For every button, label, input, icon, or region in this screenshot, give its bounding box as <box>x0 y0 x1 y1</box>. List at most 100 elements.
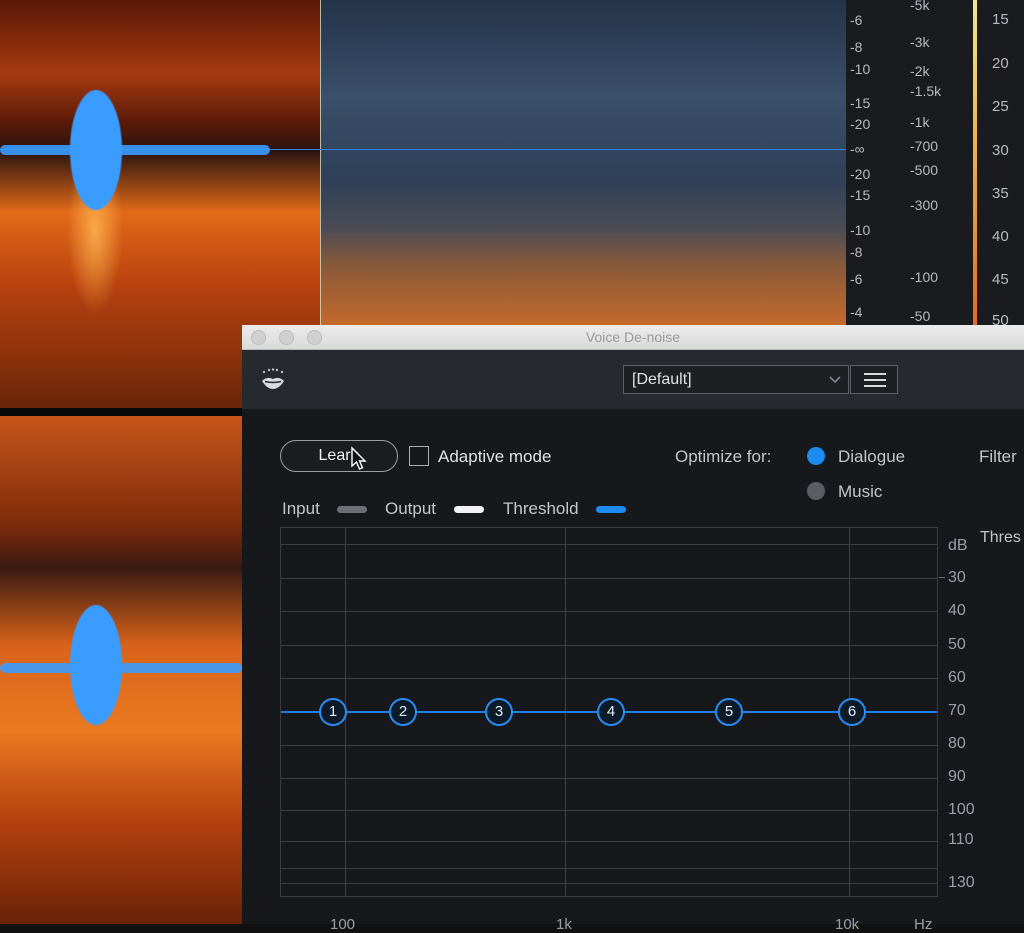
grid-line <box>281 778 937 779</box>
mouse-cursor-icon <box>351 446 367 470</box>
waveform-top-left <box>0 145 270 155</box>
db-scale-label: -6 <box>850 271 863 287</box>
optimize-for-label: Optimize for: <box>675 447 772 466</box>
threshold-node-6[interactable]: 6 <box>838 698 866 726</box>
freq-scale-label: -5k <box>910 0 930 13</box>
music-radio[interactable] <box>807 482 825 500</box>
lips-icon <box>262 368 284 389</box>
grid-line <box>281 578 937 579</box>
dialogue-radio[interactable] <box>807 447 825 465</box>
chevron-down-icon <box>829 376 841 384</box>
freq-scale-label: -1k <box>910 114 930 130</box>
db-scale-label: -8 <box>850 244 863 260</box>
preset-value: [Default] <box>632 371 692 388</box>
meter-label: 15 <box>992 11 1009 28</box>
db-axis-label: 130 <box>948 874 975 891</box>
hamburger-icon-line <box>864 385 886 387</box>
legend-threshold-label: Threshold <box>503 499 579 518</box>
music-label[interactable]: Music <box>838 482 882 502</box>
db-scale-label: -15 <box>850 95 871 111</box>
db-scale-label: -15 <box>850 187 871 203</box>
threshold-node-1[interactable]: 1 <box>319 698 347 726</box>
db-axis-label: 30 <box>948 569 966 586</box>
grid-line <box>281 841 937 842</box>
db-scale-label: -10 <box>850 222 871 238</box>
hz-axis-label: 10k <box>835 916 860 933</box>
waveform-burst-bottom <box>70 605 122 725</box>
spectrogram-selection[interactable] <box>320 0 846 325</box>
db-axis-label: 50 <box>948 636 966 653</box>
grid-line <box>281 544 937 545</box>
freq-scale-label: -50 <box>910 308 931 324</box>
grid-line <box>281 611 937 612</box>
legend-output-label: Output <box>385 499 437 518</box>
preset-menu-button[interactable] <box>850 365 898 394</box>
db-scale-label: -20 <box>850 166 871 182</box>
grid-line <box>281 810 937 811</box>
learn-button[interactable]: Learn <box>280 440 398 472</box>
grid-line <box>281 868 937 869</box>
hz-axis-label: 100 <box>330 916 356 933</box>
db-scale-label: -∞ <box>850 141 865 157</box>
db-axis-label: 90 <box>948 768 966 785</box>
playhead[interactable] <box>320 0 321 325</box>
waveform-burst-top <box>70 90 122 210</box>
grid-line <box>281 645 937 646</box>
threshold-node-2[interactable]: 2 <box>389 698 417 726</box>
freq-scale-label: -300 <box>910 197 939 213</box>
db-axis-unit: dB <box>948 537 968 554</box>
threshold-node-4[interactable]: 4 <box>597 698 625 726</box>
db-axis-label: 100 <box>948 801 975 818</box>
meter-label: 30 <box>992 142 1009 159</box>
db-scale-label: -8 <box>850 39 863 55</box>
grid-line <box>281 745 937 746</box>
db-axis-label: 70 <box>948 702 966 719</box>
threshold-panel-label: Thres <box>980 529 1021 546</box>
db-axis-label: 40 <box>948 602 966 619</box>
meter-label: 45 <box>992 271 1009 288</box>
meter-label: 40 <box>992 228 1009 245</box>
freq-scale-label: -100 <box>910 269 939 285</box>
window-title: Voice De-noise <box>585 329 681 345</box>
threshold-node-3[interactable]: 3 <box>485 698 513 726</box>
dialogue-label[interactable]: Dialogue <box>838 447 905 467</box>
module-toolbar: [Default] <box>242 350 1024 409</box>
adaptive-mode-label[interactable]: Adaptive mode <box>438 447 551 467</box>
hz-axis-unit: Hz <box>914 916 933 933</box>
freq-scale-label: -500 <box>910 162 939 178</box>
hz-axis-label: 1k <box>556 916 572 933</box>
adaptive-mode-checkbox[interactable] <box>409 446 429 466</box>
preset-dropdown[interactable]: [Default] <box>623 365 849 394</box>
legend-input-label: Input <box>282 499 320 518</box>
threshold-graph[interactable]: 1 2 3 4 5 6 <box>280 527 938 897</box>
freq-scale-label: -3k <box>910 34 930 50</box>
legend-output-swatch <box>454 506 484 513</box>
db-axis-label: 60 <box>948 669 966 686</box>
meter-label: 20 <box>992 55 1009 72</box>
hamburger-icon-line <box>864 379 886 381</box>
window-titlebar[interactable]: Voice De-noise <box>242 325 1024 350</box>
grid-line <box>281 678 937 679</box>
db-axis-tick <box>939 577 945 578</box>
module-body: Learn Adaptive mode Optimize for: Dialog… <box>242 409 1024 932</box>
legend-threshold-swatch <box>596 506 626 513</box>
db-scale-label: -20 <box>850 116 871 132</box>
db-scale-label: -6 <box>850 12 863 28</box>
db-scale-label: -10 <box>850 61 871 77</box>
freq-scale-label: -1.5k <box>910 83 942 99</box>
meter-label: 35 <box>992 185 1009 202</box>
threshold-node-5[interactable]: 5 <box>715 698 743 726</box>
freq-scale-label: -2k <box>910 63 930 79</box>
legend-input-swatch <box>337 506 367 513</box>
hamburger-icon <box>864 373 886 375</box>
level-meter <box>973 0 977 325</box>
grid-line <box>281 883 937 884</box>
db-axis-label: 110 <box>948 831 974 848</box>
voice-denoise-window: Voice De-noise [Default] Learn Adaptive … <box>242 325 1024 932</box>
meter-label: 25 <box>992 98 1009 115</box>
db-axis-label: 80 <box>948 735 966 752</box>
filter-label: Filter <box>979 447 1017 466</box>
freq-scale-label: -700 <box>910 138 939 154</box>
spectrogram-divider <box>0 408 242 416</box>
db-scale-label: -4 <box>850 304 863 320</box>
